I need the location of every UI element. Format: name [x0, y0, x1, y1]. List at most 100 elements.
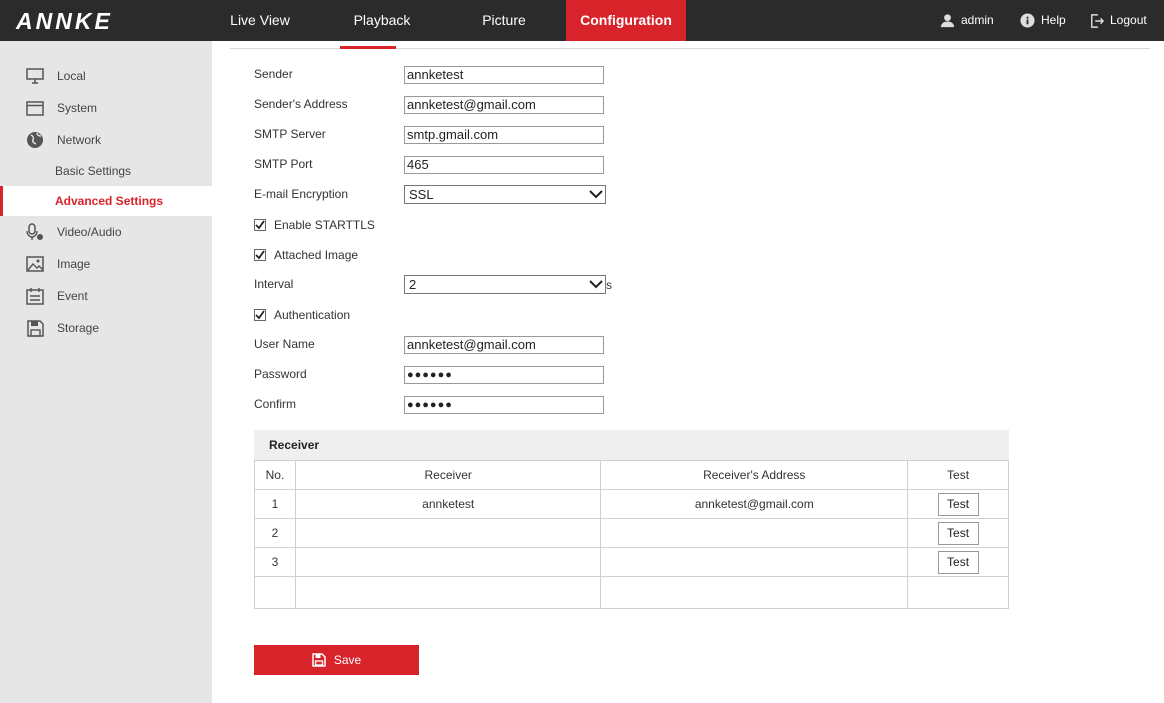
authentication-checkbox[interactable] [254, 309, 266, 321]
help-icon [1020, 13, 1035, 28]
table-row: 2 Test [254, 518, 1009, 548]
sidebar-item-storage[interactable]: Storage [0, 313, 212, 343]
interval-label: Interval [254, 277, 294, 291]
attached-image-checkbox[interactable] [254, 249, 266, 261]
logout-label: Logout [1110, 13, 1147, 27]
sidebar-subitem-basic-settings[interactable]: Basic Settings [0, 156, 212, 186]
help-link[interactable]: Help [1020, 0, 1066, 41]
encryption-select[interactable]: SSL [404, 185, 606, 204]
sidebar-subitem-advanced-settings[interactable]: Advanced Settings [0, 186, 212, 216]
test-cell: Test [907, 547, 1009, 577]
table-row-empty [254, 576, 1009, 609]
test-cell: Test [907, 489, 1009, 519]
nav-configuration[interactable]: Configuration [566, 0, 686, 41]
floppy-icon [312, 653, 326, 667]
confirm-input[interactable]: ●●●●●● [404, 396, 604, 414]
video-audio-icon [25, 222, 45, 242]
sender-label: Sender [254, 67, 293, 81]
receiver-name-cell[interactable] [294, 518, 602, 548]
authentication-row[interactable]: Authentication [254, 308, 350, 322]
attached-image-label: Attached Image [274, 248, 359, 262]
help-label: Help [1041, 13, 1066, 27]
checkmark-icon [255, 220, 265, 230]
sidebar-item-label: Local [57, 69, 86, 83]
chevron-down-icon [589, 280, 603, 289]
sidebar-item-network[interactable]: Network [0, 125, 212, 155]
user-menu[interactable]: admin [940, 0, 994, 41]
authentication-label: Authentication [274, 308, 351, 322]
test-button[interactable]: Test [937, 492, 979, 516]
user-icon [940, 14, 955, 28]
main-content: Sender annketest Sender's Address annket… [212, 41, 1164, 703]
sender-address-label: Sender's Address [254, 97, 348, 111]
receiver-address-cell[interactable]: annketest@gmail.com [600, 489, 909, 519]
test-button[interactable]: Test [937, 521, 979, 545]
nav-picture[interactable]: Picture [443, 0, 565, 41]
monitor-icon [25, 66, 45, 86]
column-header-no: No. [254, 460, 296, 490]
sidebar-item-system[interactable]: System [0, 93, 212, 123]
interval-select[interactable]: 2 [404, 275, 606, 294]
table-row: 1 annketest annketest@gmail.com Test [254, 489, 1009, 519]
smtp-port-label: SMTP Port [254, 157, 313, 171]
top-navigation-bar: ANNKE Live View Playback Picture Configu… [0, 0, 1164, 41]
interval-value: 2 [409, 277, 417, 292]
column-header-test: Test [907, 460, 1009, 490]
sidebar-item-label: Storage [57, 321, 100, 335]
row-number: 1 [254, 489, 296, 519]
sidebar-item-label: Image [57, 257, 91, 271]
smtp-port-input[interactable]: 465 [404, 156, 604, 174]
encryption-label: E-mail Encryption [254, 187, 349, 201]
image-icon [25, 254, 45, 274]
confirm-label: Confirm [254, 397, 297, 411]
sidebar-item-local[interactable]: Local [0, 61, 212, 91]
table-header-row: No. Receiver Receiver's Address Test [254, 460, 1009, 490]
sender-address-input[interactable]: annketest@gmail.com [404, 96, 604, 114]
attached-image-row[interactable]: Attached Image [254, 248, 358, 262]
row-number: 3 [254, 547, 296, 577]
nav-playback[interactable]: Playback [321, 0, 443, 41]
sidebar-item-label: Network [57, 133, 102, 147]
starttls-row[interactable]: Enable STARTTLS [254, 218, 375, 232]
receiver-address-cell[interactable] [600, 547, 909, 577]
receiver-name-cell[interactable] [294, 547, 602, 577]
brand-logo: ANNKE [16, 8, 113, 34]
logout-icon [1091, 13, 1104, 28]
sender-input[interactable]: annketest [404, 66, 604, 84]
starttls-label: Enable STARTTLS [274, 218, 375, 232]
logout-link[interactable]: Logout [1090, 0, 1147, 41]
user-name: admin [961, 13, 994, 27]
receiver-section-title: Receiver [254, 430, 1009, 460]
test-button[interactable]: Test [937, 550, 979, 574]
sidebar-item-label: Event [57, 289, 88, 303]
smtp-server-input[interactable]: smtp.gmail.com [404, 126, 604, 144]
window-icon [25, 98, 45, 118]
test-cell: Test [907, 518, 1009, 548]
globe-icon [25, 130, 45, 150]
checkmark-icon [255, 250, 265, 260]
smtp-server-label: SMTP Server [254, 127, 326, 141]
encryption-value: SSL [409, 187, 434, 202]
checkmark-icon [255, 310, 265, 320]
save-label: Save [333, 653, 362, 667]
starttls-checkbox[interactable] [254, 219, 266, 231]
sidebar-item-video-audio[interactable]: Video/Audio [0, 217, 212, 247]
active-tab-indicator [340, 46, 396, 49]
nav-live-view[interactable]: Live View [199, 0, 321, 41]
column-header-receiver: Receiver [294, 460, 602, 490]
interval-unit: s [606, 278, 612, 292]
user-name-input[interactable]: annketest@gmail.com [404, 336, 604, 354]
sidebar-item-label: Video/Audio [57, 225, 122, 239]
password-input[interactable]: ●●●●●● [404, 366, 604, 384]
sidebar-item-image[interactable]: Image [0, 249, 212, 279]
table-row: 3 Test [254, 547, 1009, 577]
password-label: Password [254, 367, 307, 381]
receiver-table: No. Receiver Receiver's Address Test 1 a… [254, 460, 1009, 609]
receiver-name-cell[interactable]: annketest [294, 489, 602, 519]
calendar-icon [25, 286, 45, 306]
save-button[interactable]: Save [254, 645, 419, 675]
user-name-label: User Name [254, 337, 315, 351]
sidebar-item-label: System [57, 101, 98, 115]
receiver-address-cell[interactable] [600, 518, 909, 548]
sidebar-item-event[interactable]: Event [0, 281, 212, 311]
